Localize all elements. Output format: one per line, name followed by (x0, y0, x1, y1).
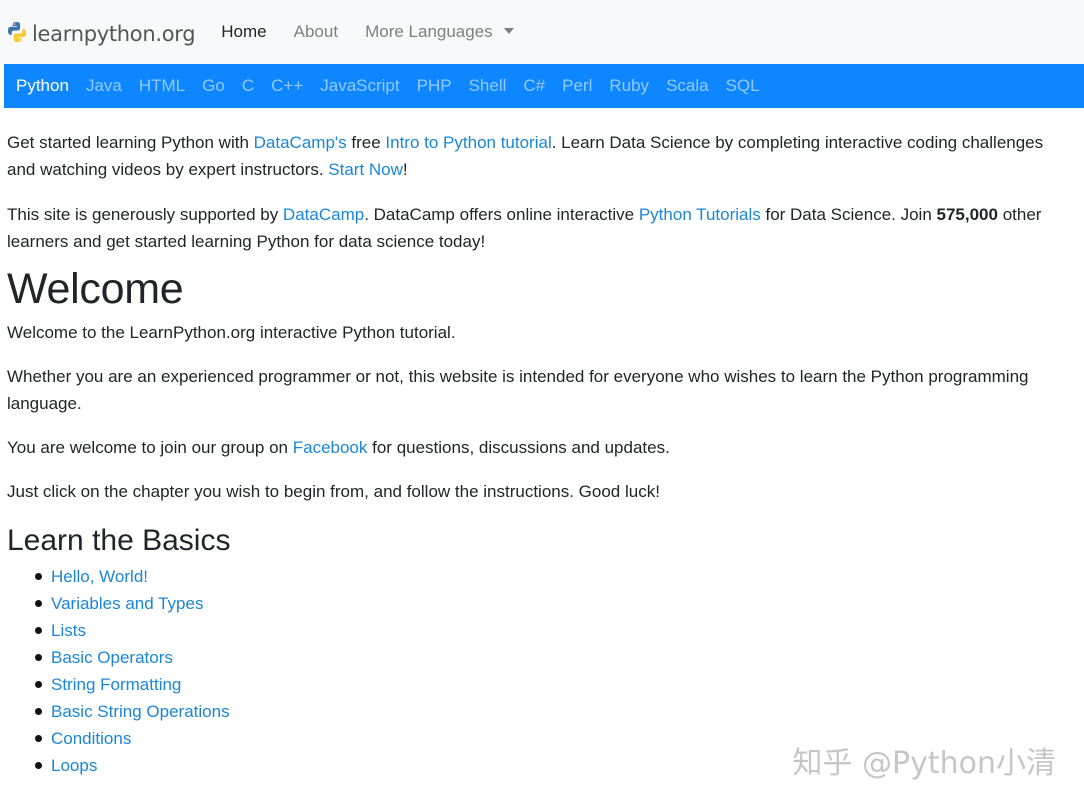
intro-paragraph: Get started learning Python with DataCam… (7, 133, 1044, 179)
caret-down-icon (503, 28, 514, 34)
language-link[interactable]: C++ (271, 76, 303, 96)
list-item: Basic String Operations (35, 698, 1067, 725)
top-navbar: learnpython.org Home About More Language… (0, 0, 1084, 64)
more-languages-label: More Languages (365, 22, 493, 41)
python-tutorials-link[interactable]: Python Tutorials (639, 205, 761, 224)
language-bar: Python Java HTML Go C C++ JavaScript PHP… (4, 64, 1084, 108)
list-item: Variables and Types (35, 590, 1067, 617)
instructions-paragraph: Just click on the chapter you wish to be… (7, 482, 660, 501)
list-item: Lists (35, 617, 1067, 644)
watermark: 知乎 @Python小清 (792, 746, 1056, 781)
nav-about-link[interactable]: About (294, 22, 338, 42)
lesson-link[interactable]: Variables and Types (51, 594, 203, 613)
language-link[interactable]: Go (202, 76, 225, 96)
nav-home-link[interactable]: Home (221, 22, 266, 42)
top-nav: Home About More Languages (221, 22, 540, 42)
language-link[interactable]: Ruby (609, 76, 649, 96)
lesson-link[interactable]: String Formatting (51, 675, 181, 694)
language-link[interactable]: JavaScript (320, 76, 399, 96)
language-link[interactable]: Java (86, 76, 122, 96)
learn-basics-heading: Learn the Basics (7, 524, 231, 557)
lesson-link[interactable]: Basic String Operations (51, 702, 230, 721)
language-link[interactable]: PHP (417, 76, 452, 96)
language-link[interactable]: HTML (139, 76, 185, 96)
start-now-link[interactable]: Start Now (328, 160, 403, 179)
lesson-link[interactable]: Loops (51, 756, 97, 775)
learner-count: 575,000 (936, 205, 998, 224)
language-link[interactable]: Shell (469, 76, 507, 96)
lesson-link[interactable]: Lists (51, 621, 86, 640)
list-item: Basic Operators (35, 644, 1067, 671)
intro-tutorial-link[interactable]: Intro to Python tutorial (385, 133, 551, 152)
facebook-link[interactable]: Facebook (293, 438, 368, 457)
python-logo-icon (7, 21, 27, 43)
list-item: Hello, World! (35, 563, 1067, 590)
list-item: String Formatting (35, 671, 1067, 698)
brand-name: learnpython.org (32, 22, 196, 46)
language-link[interactable]: Perl (562, 76, 592, 96)
language-link[interactable]: C# (523, 76, 545, 96)
language-link[interactable]: C (242, 76, 254, 96)
datacamp-link[interactable]: DataCamp's (254, 133, 347, 152)
datacamp-sponsor-link[interactable]: DataCamp (283, 205, 364, 224)
main-content: Get started learning Python with DataCam… (7, 129, 1067, 779)
welcome-paragraph: Welcome to the LearnPython.org interacti… (7, 323, 456, 342)
language-link[interactable]: SQL (726, 76, 760, 96)
sponsor-paragraph: This site is generously supported by Dat… (7, 205, 1042, 251)
language-link[interactable]: Python (16, 76, 69, 96)
brand[interactable]: learnpython.org (7, 20, 196, 46)
language-link[interactable]: Scala (666, 76, 709, 96)
lesson-link[interactable]: Hello, World! (51, 567, 148, 586)
audience-paragraph: Whether you are an experienced programme… (7, 367, 1029, 413)
nav-more-languages-dropdown[interactable]: More Languages (365, 22, 514, 42)
welcome-heading: Welcome (7, 265, 184, 313)
lesson-link[interactable]: Basic Operators (51, 648, 173, 667)
lesson-link[interactable]: Conditions (51, 729, 131, 748)
community-paragraph: You are welcome to join our group on Fac… (7, 438, 670, 457)
